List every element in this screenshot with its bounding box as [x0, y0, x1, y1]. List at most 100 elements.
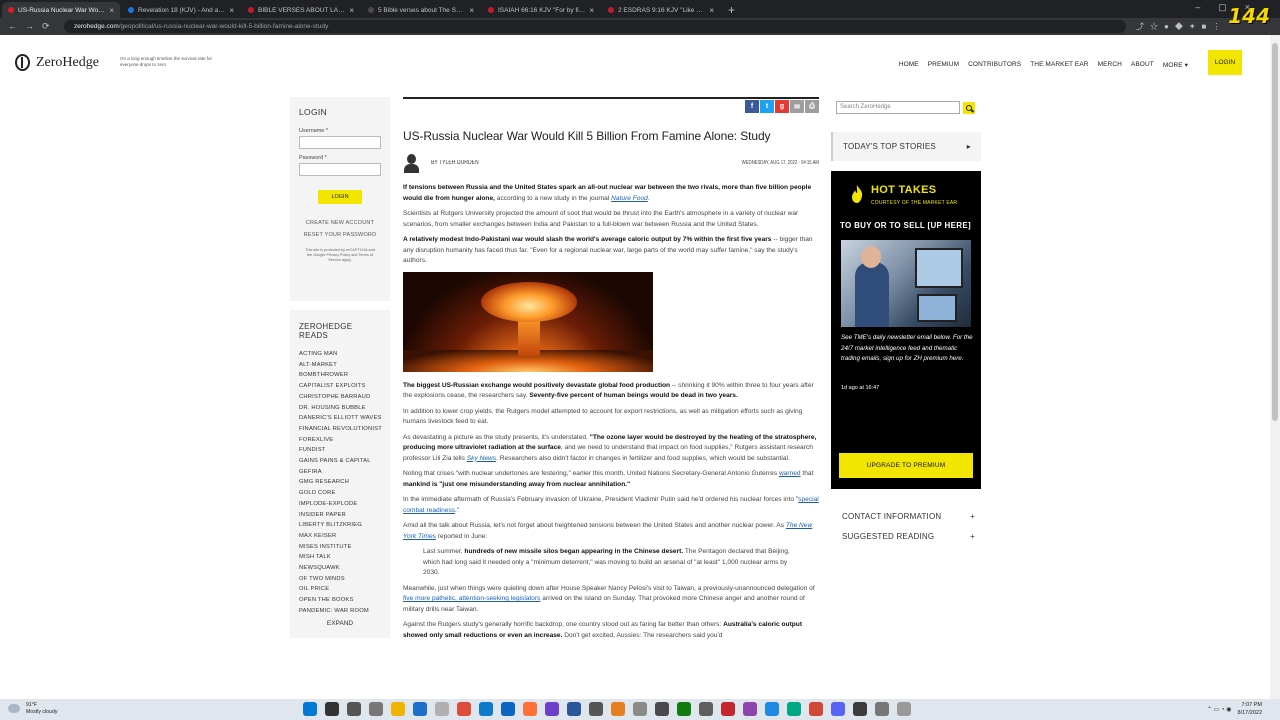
taskbar-app-icon[interactable]: [677, 702, 691, 716]
page-scrollbar[interactable]: [1270, 35, 1280, 699]
expand-link[interactable]: EXPAND: [299, 620, 381, 627]
taskbar-app-icon[interactable]: [589, 702, 603, 716]
tab-close-icon[interactable]: ×: [469, 6, 474, 15]
header-login-button[interactable]: LOGIN: [1208, 50, 1242, 75]
contact-information-toggle[interactable]: CONTACT INFORMATION +: [831, 506, 981, 526]
reads-link[interactable]: GOLD CORE: [299, 488, 381, 499]
taskbar-app-icon[interactable]: [479, 702, 493, 716]
reads-link[interactable]: OF TWO MINDS: [299, 574, 381, 585]
scrollbar-thumb[interactable]: [1272, 43, 1278, 421]
taskbar-app-icon[interactable]: [699, 702, 713, 716]
reads-link[interactable]: GEFIRA: [299, 467, 381, 478]
taskbar-app-icon[interactable]: [611, 702, 625, 716]
share-button-icon[interactable]: t: [760, 100, 774, 113]
nav-item-premium[interactable]: PREMIUM: [928, 61, 959, 69]
taskbar-app-icon[interactable]: [391, 702, 405, 716]
browser-tab[interactable]: US-Russia Nuclear War Would Ki...×: [2, 2, 120, 18]
taskbar-app-icon[interactable]: [435, 702, 449, 716]
reads-link[interactable]: FUNDIST: [299, 445, 381, 456]
browser-tab[interactable]: ISAIAH 66:16 KJV "For by fire an... ×: [482, 2, 600, 18]
warned-link[interactable]: warned: [779, 470, 801, 477]
taskbar-app-icon[interactable]: [567, 702, 581, 716]
taskbar-app-icon[interactable]: [897, 702, 911, 716]
taskbar-app-icon[interactable]: [303, 702, 317, 716]
reads-link[interactable]: GMG RESEARCH: [299, 477, 381, 488]
author-name[interactable]: BY TYLER DURDEN: [431, 160, 479, 166]
reads-link[interactable]: ALT-MARKET: [299, 360, 381, 371]
reads-link[interactable]: MISH TALK: [299, 552, 381, 563]
taskbar-app-icon[interactable]: [545, 702, 559, 716]
taskbar-app-icon[interactable]: [457, 702, 471, 716]
new-tab-button[interactable]: +: [720, 2, 743, 18]
share-button-icon[interactable]: f: [745, 100, 759, 113]
reads-link[interactable]: MAX KEISER: [299, 531, 381, 542]
taskbar-app-icon[interactable]: [523, 702, 537, 716]
top-stories-toggle[interactable]: TODAY'S TOP STORIES ▸: [831, 132, 981, 161]
clock[interactable]: 7:07 PM 8/17/2022: [1238, 701, 1262, 717]
browser-nav-buttons[interactable]: ←→⟳: [0, 21, 60, 32]
taskbar-app-icon[interactable]: [743, 702, 757, 716]
username-field[interactable]: [299, 136, 381, 149]
tab-close-icon[interactable]: ×: [709, 6, 714, 15]
reads-link[interactable]: MISES INSTITUTE: [299, 542, 381, 553]
taskbar-app-icon[interactable]: [633, 702, 647, 716]
legislators-link[interactable]: five more pathetic, attention-seeking le…: [403, 595, 540, 602]
taskbar-app-icon[interactable]: [369, 702, 383, 716]
sky-news-link[interactable]: Sky News: [467, 455, 496, 462]
reads-link[interactable]: OIL PRICE: [299, 584, 381, 595]
tab-close-icon[interactable]: ×: [589, 6, 594, 15]
reads-link[interactable]: GAINS PAINS & CAPITAL: [299, 456, 381, 467]
search-input[interactable]: Search ZeroHedge: [836, 101, 960, 114]
tab-close-icon[interactable]: ×: [109, 6, 114, 15]
tray-icons[interactable]: ⌃ ▭ ◔ ◉: [1207, 706, 1232, 713]
taskbar-app-icon[interactable]: [501, 702, 515, 716]
share-button-icon[interactable]: ✉: [790, 100, 804, 113]
taskbar-app-icon[interactable]: [831, 702, 845, 716]
nav-item-home[interactable]: HOME: [899, 61, 919, 69]
upgrade-premium-button[interactable]: UPGRADE TO PREMIUM: [839, 453, 973, 478]
browser-tab[interactable]: 5 Bible verses about The Second...×: [362, 2, 480, 18]
reset-password-link[interactable]: RESET YOUR PASSWORD: [299, 232, 381, 238]
taskbar-app-icon[interactable]: [809, 702, 823, 716]
reads-link[interactable]: CHRISTOPHE BARRAUD: [299, 392, 381, 403]
taskbar-app-icon[interactable]: [413, 702, 427, 716]
reads-link[interactable]: INSIDER PAPER: [299, 510, 381, 521]
taskbar-app-icon[interactable]: [655, 702, 669, 716]
tab-close-icon[interactable]: ×: [229, 6, 234, 15]
search-button[interactable]: [963, 101, 975, 114]
taskbar-app-icon[interactable]: [853, 702, 867, 716]
reads-link[interactable]: ACTING MAN: [299, 349, 381, 360]
trader-photo[interactable]: [841, 240, 971, 327]
taskbar-app-icon[interactable]: [875, 702, 889, 716]
taskbar-app-icon[interactable]: [787, 702, 801, 716]
suggested-reading-toggle[interactable]: SUGGESTED READING +: [831, 526, 981, 546]
taskbar-app-icon[interactable]: [325, 702, 339, 716]
browser-tab[interactable]: BIBLE VERSES ABOUT LAKE OF F...×: [242, 2, 360, 18]
nav-item-merch[interactable]: MERCH: [1098, 61, 1122, 69]
reads-link[interactable]: FINANCIAL REVOLUTIONIST: [299, 424, 382, 435]
reads-link[interactable]: BOMBTHROWER: [299, 370, 381, 381]
reads-link[interactable]: DR. HOUSING BUBBLE: [299, 403, 381, 414]
nature-food-link[interactable]: Nature Food: [611, 195, 648, 202]
reads-link[interactable]: PANDEMIC: WAR ROOM: [299, 606, 381, 617]
weather-widget[interactable]: 91°F Mostly cloudy: [26, 702, 57, 716]
reads-link[interactable]: LIBERTY BLITZKRIEG: [299, 520, 381, 531]
password-field[interactable]: [299, 163, 381, 176]
share-button-icon[interactable]: ⎙: [805, 100, 819, 113]
nav-item-the-market-ear[interactable]: THE MARKET EAR: [1030, 61, 1088, 69]
reads-link[interactable]: CAPITALIST EXPLOITS: [299, 381, 381, 392]
browser-tab[interactable]: Revelation 18 (KJV) - And after th...×: [122, 2, 240, 18]
reads-link[interactable]: OPEN THE BOOKS: [299, 595, 381, 606]
reads-link[interactable]: FOREXLIVE: [299, 435, 381, 446]
reads-link[interactable]: DANERIC'S ELLIOTT WAVES: [299, 413, 381, 424]
taskbar-app-icon[interactable]: [765, 702, 779, 716]
taskbar-app-icon[interactable]: [347, 702, 361, 716]
site-logo[interactable]: ZeroHedge: [15, 54, 99, 71]
browser-tab[interactable]: 2 ESDRAS 9:16 KJV "Like as a wa... ×: [602, 2, 720, 18]
hot-takes-headline[interactable]: TO BUY OR TO SELL [UP HERE]: [840, 221, 971, 230]
share-button-icon[interactable]: g: [775, 100, 789, 113]
nav-item-contributors[interactable]: CONTRIBUTORS: [968, 61, 1021, 69]
reads-link[interactable]: IMPLODE-EXPLODE: [299, 499, 381, 510]
reads-link[interactable]: NEWSQUAWK: [299, 563, 381, 574]
nav-item-about[interactable]: ABOUT: [1131, 61, 1154, 69]
